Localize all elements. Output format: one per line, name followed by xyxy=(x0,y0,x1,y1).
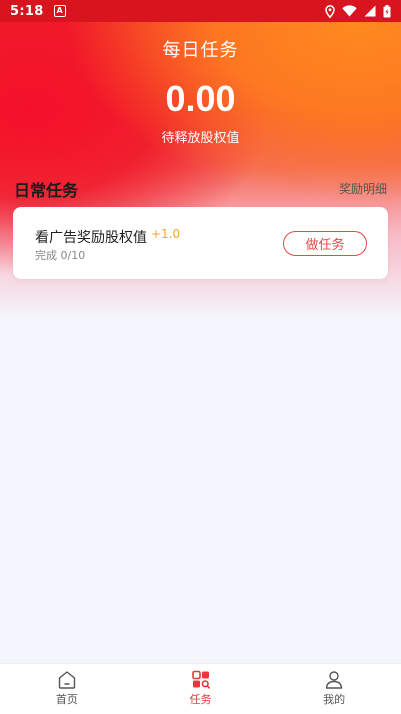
nav-item-home[interactable]: 首页 xyxy=(0,664,134,714)
pending-equity-amount: 0.00 xyxy=(165,78,236,119)
page-title: 每日任务 xyxy=(162,40,239,61)
pending-equity-label: 待释放股权值 xyxy=(161,131,240,146)
signal-icon xyxy=(364,5,376,17)
nav-label-tasks: 任务 xyxy=(189,693,212,706)
status-bar: 5:18 A xyxy=(0,0,401,22)
status-icons xyxy=(325,4,391,18)
home-icon xyxy=(58,671,76,689)
status-time: 5:18 xyxy=(10,3,44,19)
do-task-button[interactable]: 做任务 xyxy=(283,231,367,256)
nav-label-profile: 我的 xyxy=(323,693,346,706)
tasks-icon xyxy=(191,670,210,689)
notification-icon: A xyxy=(53,5,66,17)
task-progress: 完成 0/10 xyxy=(35,249,86,262)
bottom-nav: 首页 任务 我的 xyxy=(0,663,401,714)
daily-tasks-title: 日常任务 xyxy=(14,181,79,200)
location-icon xyxy=(325,4,335,18)
nav-label-home: 首页 xyxy=(55,693,78,706)
task-name: 看广告奖励股权值 xyxy=(35,230,147,246)
nav-item-tasks[interactable]: 任务 xyxy=(134,664,268,714)
task-card: 看广告奖励股权值 +1.0 完成 0/10 做任务 xyxy=(13,207,388,279)
battery-icon xyxy=(383,4,391,17)
profile-icon xyxy=(325,671,343,689)
reward-details-link[interactable]: 奖励明细 xyxy=(339,180,387,197)
nav-item-profile[interactable]: 我的 xyxy=(267,664,401,714)
task-bonus: +1.0 xyxy=(151,227,181,241)
wifi-icon xyxy=(342,5,357,17)
